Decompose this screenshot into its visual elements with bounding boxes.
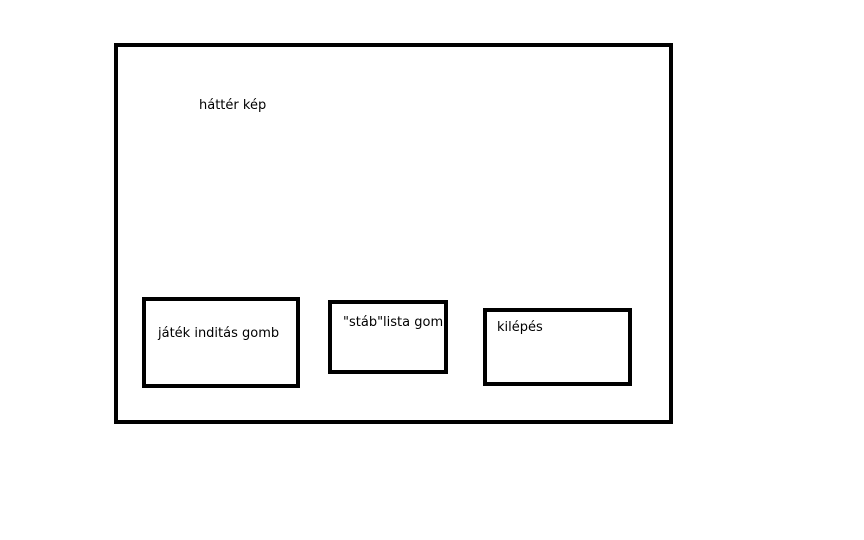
start-game-button[interactable]: játék inditás gomb	[142, 297, 300, 388]
background-image-label: háttér kép	[199, 98, 267, 113]
credits-list-button-label: "stáb"lista gomb	[343, 315, 448, 330]
exit-button[interactable]: kilépés	[483, 308, 632, 386]
credits-list-button[interactable]: "stáb"lista gomb	[328, 300, 448, 374]
start-game-button-label: játék inditás gomb	[158, 326, 280, 341]
exit-button-label: kilépés	[497, 320, 543, 335]
